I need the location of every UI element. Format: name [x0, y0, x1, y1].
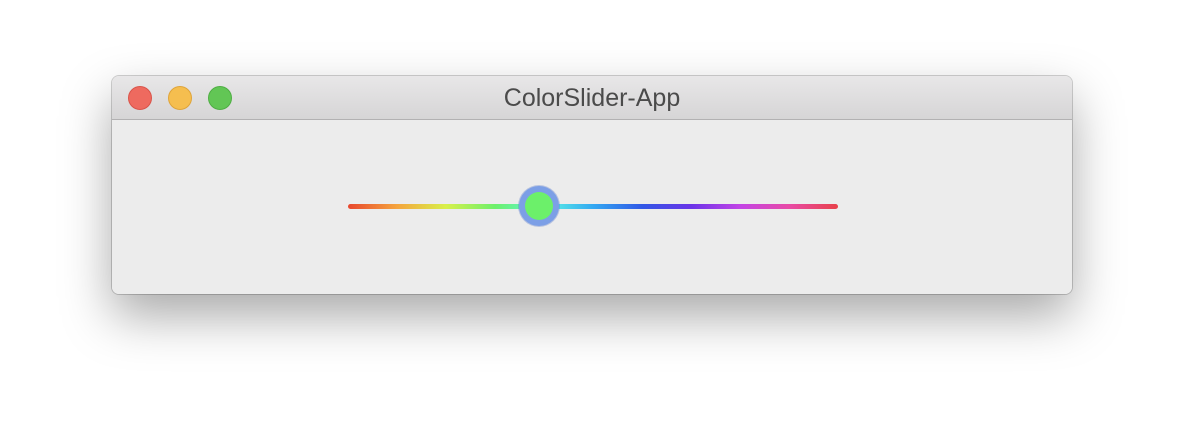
- slider-track[interactable]: [348, 204, 838, 209]
- window-content: [112, 120, 1072, 294]
- slider-thumb[interactable]: [519, 186, 560, 226]
- slider-thumb-fill: [525, 192, 554, 220]
- title-bar[interactable]: ColorSlider-App: [112, 76, 1072, 120]
- color-slider[interactable]: [348, 184, 838, 228]
- app-window: ColorSlider-App: [112, 76, 1072, 294]
- window-title: ColorSlider-App: [503, 84, 681, 112]
